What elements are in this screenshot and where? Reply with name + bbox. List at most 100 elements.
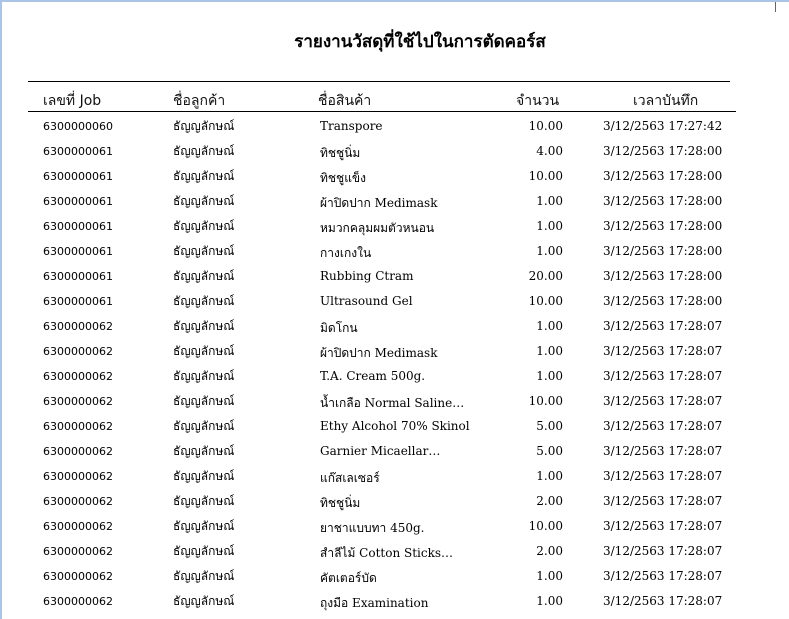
quantity-cell: 1.00: [536, 469, 563, 483]
product-name-cell: ถุงมือ Examination: [320, 596, 429, 610]
job-number-cell: 6300000061: [43, 270, 113, 283]
product-name-cell: Garnier Micaellar…: [320, 444, 441, 458]
quantity-cell: 5.00: [536, 444, 563, 458]
quantity-cell: 5.00: [536, 419, 563, 433]
report-title: รายงานวัสดุที่ใช้ไปในการตัดคอร์ส: [294, 32, 546, 52]
column-header-product: ชื่อสินค้า: [318, 93, 372, 109]
timestamp-cell: 3/12/2563 17:28:00: [603, 144, 723, 158]
job-number-cell: 6300000062: [43, 570, 113, 583]
timestamp-cell: 3/12/2563 17:28:00: [603, 169, 723, 183]
customer-name-cell: ธัญญลักษณ์: [173, 269, 235, 283]
product-name-cell: สำลีไม้ Cotton Sticks…: [320, 546, 454, 560]
quantity-cell: 1.00: [536, 219, 563, 233]
table-row: 6300000061 ธัญญลักษณ์ ทิชชูนิ่ม 4.00 3/12/25…: [0, 141, 789, 166]
customer-name-cell: ธัญญลักษณ์: [173, 544, 235, 558]
quantity-cell: 1.00: [536, 569, 563, 583]
column-header-job: เลขที่ Job: [43, 93, 102, 109]
customer-name-cell: ธัญญลักษณ์: [173, 419, 235, 433]
customer-name-cell: ธัญญลักษณ์: [173, 344, 235, 358]
timestamp-cell: 3/12/2563 17:28:00: [603, 244, 723, 258]
quantity-cell: 1.00: [536, 194, 563, 208]
table-row: 6300000062 ธัญญลักษณ์ มิดโกน 1.00 3/12/2563 …: [0, 316, 789, 341]
quantity-cell: 1.00: [536, 344, 563, 358]
product-name-cell: ผ้าปิดปาก Medimask: [320, 196, 438, 210]
quantity-cell: 1.00: [536, 594, 563, 608]
timestamp-cell: 3/12/2563 17:27:42: [603, 119, 723, 133]
table-row: 6300000062 ธัญญลักษณ์ แก๊สเลเซอร์ 1.00 3/12/…: [0, 466, 789, 491]
job-number-cell: 6300000061: [43, 195, 113, 208]
table-row: 6300000062 ธัญญลักษณ์ น้ำเกลือ Normal Sali…: [0, 391, 789, 416]
table-row: 6300000062 ธัญญลักษณ์ ผ้าปิดปาก Medimask 1.…: [0, 341, 789, 366]
column-header-quantity: จำนวน: [516, 93, 560, 109]
table-row: 6300000061 ธัญญลักษณ์ Rubbing Ctram 20.00 3/…: [0, 266, 789, 291]
job-number-cell: 6300000062: [43, 470, 113, 483]
customer-name-cell: ธัญญลักษณ์: [173, 569, 235, 583]
customer-name-cell: ธัญญลักษณ์: [173, 144, 235, 158]
job-number-cell: 6300000062: [43, 520, 113, 533]
timestamp-cell: 3/12/2563 17:28:07: [603, 444, 723, 458]
job-number-cell: 6300000062: [43, 420, 113, 433]
product-name-cell: หมวกคลุมผมตัวหนอน: [320, 221, 435, 235]
job-number-cell: 6300000062: [43, 445, 113, 458]
product-name-cell: Ultrasound Gel: [320, 294, 413, 308]
job-number-cell: 6300000062: [43, 595, 113, 608]
customer-name-cell: ธัญญลักษณ์: [173, 444, 235, 458]
quantity-cell: 10.00: [528, 519, 563, 533]
customer-name-cell: ธัญญลักษณ์: [173, 469, 235, 483]
product-name-cell: ผ้าปิดปาก Medimask: [320, 346, 438, 360]
table-row: 6300000062 ธัญญลักษณ์ ทิชชูนิ่ม 2.00 3/12/25…: [0, 491, 789, 516]
quantity-cell: 2.00: [536, 494, 563, 508]
timestamp-cell: 3/12/2563 17:28:00: [603, 269, 723, 283]
product-name-cell: Ethy Alcohol 70% Skinol: [320, 419, 470, 433]
timestamp-cell: 3/12/2563 17:28:00: [603, 294, 723, 308]
quantity-cell: 4.00: [536, 144, 563, 158]
job-number-cell: 6300000061: [43, 295, 113, 308]
job-number-cell: 6300000061: [43, 220, 113, 233]
job-number-cell: 6300000061: [43, 245, 113, 258]
table-row: 6300000062 ธัญญลักษณ์ ยาชาแบบทา 450g. 10.00…: [0, 516, 789, 541]
table-row: 6300000060 ธัญญลักษณ์ Transpore 10.00 3/12/2…: [0, 116, 789, 141]
job-number-cell: 6300000062: [43, 395, 113, 408]
job-number-cell: 6300000062: [43, 495, 113, 508]
product-name-cell: ทิชชูนิ่ม: [320, 146, 361, 160]
window-frame-top: [0, 0, 789, 2]
product-name-cell: T.A. Cream 500g.: [320, 369, 426, 383]
table-row: 6300000061 ธัญญลักษณ์ ทิชชูแข็ง 10.00 3/12/2…: [0, 166, 789, 191]
quantity-cell: 10.00: [528, 394, 563, 408]
job-number-cell: 6300000062: [43, 545, 113, 558]
timestamp-cell: 3/12/2563 17:28:07: [603, 319, 723, 333]
table-row: 6300000062 ธัญญลักษณ์ สำลีไม้ Cotton Stick…: [0, 541, 789, 566]
product-name-cell: Transpore: [320, 119, 383, 133]
timestamp-cell: 3/12/2563 17:28:07: [603, 494, 723, 508]
report-rows: 6300000060 ธัญญลักษณ์ Transpore 10.00 3/12/2…: [0, 116, 789, 616]
product-name-cell: Rubbing Ctram: [320, 269, 414, 283]
customer-name-cell: ธัญญลักษณ์: [173, 519, 235, 533]
timestamp-cell: 3/12/2563 17:28:07: [603, 344, 723, 358]
header-top-rule: [28, 81, 730, 82]
table-row: 6300000062 ธัญญลักษณ์ คัตเตอร์บัด 1.00 3/12/…: [0, 566, 789, 591]
product-name-cell: ทิชชูนิ่ม: [320, 496, 361, 510]
page-corner-mark: [775, 2, 776, 12]
quantity-cell: 20.00: [528, 269, 563, 283]
quantity-cell: 10.00: [528, 169, 563, 183]
customer-name-cell: ธัญญลักษณ์: [173, 369, 235, 383]
customer-name-cell: ธัญญลักษณ์: [173, 594, 235, 608]
timestamp-cell: 3/12/2563 17:28:07: [603, 519, 723, 533]
timestamp-cell: 3/12/2563 17:28:07: [603, 394, 723, 408]
customer-name-cell: ธัญญลักษณ์: [173, 169, 235, 183]
column-header-customer: ชื่อลูกค้า: [173, 93, 226, 109]
timestamp-cell: 3/12/2563 17:28:07: [603, 419, 723, 433]
product-name-cell: ยาชาแบบทา 450g.: [320, 521, 425, 535]
table-row: 6300000062 ธัญญลักษณ์ ถุงมือ Examination 1.…: [0, 591, 789, 616]
product-name-cell: มิดโกน: [320, 321, 358, 335]
customer-name-cell: ธัญญลักษณ์: [173, 494, 235, 508]
customer-name-cell: ธัญญลักษณ์: [173, 394, 235, 408]
table-row: 6300000062 ธัญญลักษณ์ Garnier Micaellar… 5.…: [0, 441, 789, 466]
header-bottom-rule: [28, 111, 736, 112]
job-number-cell: 6300000061: [43, 170, 113, 183]
product-name-cell: น้ำเกลือ Normal Saline…: [320, 396, 465, 410]
product-name-cell: กางเกงใน: [320, 246, 372, 260]
quantity-cell: 10.00: [528, 119, 563, 133]
timestamp-cell: 3/12/2563 17:28:00: [603, 219, 723, 233]
product-name-cell: ทิชชูแข็ง: [320, 171, 366, 185]
